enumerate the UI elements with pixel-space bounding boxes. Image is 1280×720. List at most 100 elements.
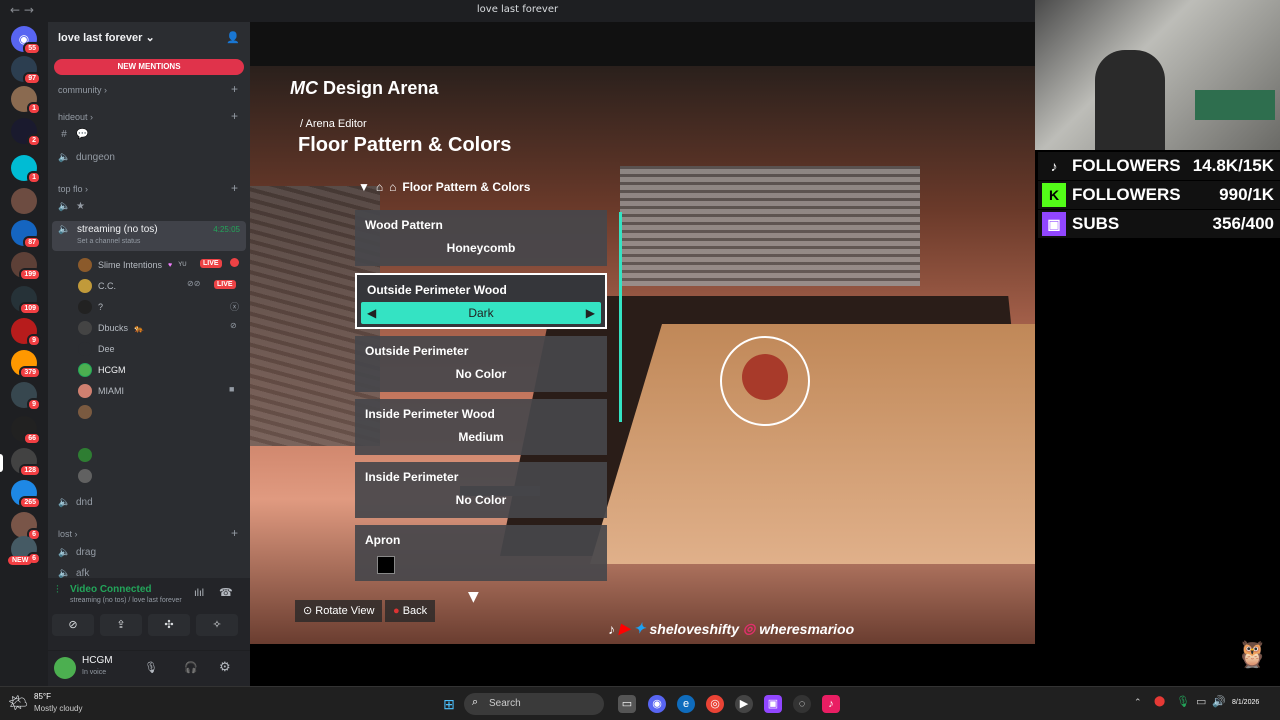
menu-row-wood-pattern[interactable]: Wood Pattern Honeycomb: [355, 210, 607, 266]
text-channel[interactable]: # 💬: [58, 129, 88, 140]
camera-icon: ■: [229, 384, 235, 394]
soundboard-button[interactable]: ✧: [196, 614, 238, 636]
server-icon[interactable]: 97: [11, 56, 41, 85]
speaker-icon: 🔈: [58, 201, 71, 212]
scroll-down-arrow-icon[interactable]: ▼: [468, 589, 479, 605]
avatar[interactable]: [54, 657, 76, 679]
weather-icon[interactable]: 🌤: [8, 693, 28, 713]
set-channel-status[interactable]: Set a channel status: [77, 238, 140, 245]
share-screen-button[interactable]: ⇪: [100, 614, 142, 636]
voice-channel-drag[interactable]: 🔈 drag: [58, 547, 96, 558]
menu-row-apron[interactable]: Apron: [355, 525, 607, 581]
server-icon[interactable]: 109: [11, 286, 41, 315]
activities-button[interactable]: ✣: [148, 614, 190, 636]
clock-date[interactable]: 8/1/2026: [1232, 699, 1259, 706]
server-icon[interactable]: 379: [11, 350, 41, 379]
voice-user[interactable]: Dee: [78, 342, 115, 356]
taskbar-search[interactable]: ⌕ Search: [464, 693, 604, 715]
pool-table: [1195, 90, 1275, 120]
rotate-view-hint[interactable]: ⊙ Rotate View: [295, 600, 383, 622]
headphones-icon[interactable]: 🎧: [184, 661, 198, 674]
voice-user[interactable]: [78, 448, 92, 462]
edge-icon[interactable]: e: [677, 695, 695, 713]
volume-icon[interactable]: 🔊: [1212, 695, 1226, 708]
server-icon[interactable]: 87: [11, 220, 41, 249]
category-top-flo[interactable]: top flo ›: [58, 184, 88, 194]
category-hideout[interactable]: hideout ›: [58, 112, 93, 122]
tiktok-live-icon[interactable]: ♪: [822, 695, 840, 713]
add-channel-icon[interactable]: +: [231, 526, 238, 540]
windows-start-icon[interactable]: ⊞: [440, 695, 458, 713]
server-name-header[interactable]: love last forever ⌄: [58, 31, 155, 44]
voice-connection-panel: ⫶ Video Connected streaming (no tos) / l…: [48, 578, 250, 650]
voice-user[interactable]: Dbucks 🐅: [78, 321, 144, 335]
star-icon: ★: [76, 201, 85, 212]
voice-user[interactable]: ?: [78, 300, 103, 314]
new-unreads-pill[interactable]: NEW: [8, 556, 33, 565]
server-icon[interactable]: 1: [11, 155, 41, 184]
menu-row-outside-perimeter-wood[interactable]: Outside Perimeter Wood ◀ Dark ▶: [355, 273, 607, 329]
value-selector[interactable]: ◀ Dark ▶: [361, 302, 601, 324]
invite-user-icon[interactable]: 👤: [226, 31, 240, 44]
camera-toggle-button[interactable]: ⊘: [52, 614, 94, 636]
server-icon[interactable]: 2: [11, 118, 41, 147]
back-hint[interactable]: ● Back: [385, 600, 436, 622]
youtube-icon: ▶: [619, 620, 630, 636]
tray-app-icon[interactable]: ⬤: [1154, 696, 1165, 707]
gear-icon[interactable]: ⚙: [219, 659, 231, 675]
voice-channel-streaming[interactable]: 🔈 streaming (no tos) 4:25:05 Set a chann…: [52, 221, 246, 251]
stream-view[interactable]: MC Design Arena / Arena Editor Floor Pat…: [250, 22, 1035, 644]
menu-row-inside-perimeter-wood[interactable]: Inside Perimeter Wood Medium: [355, 399, 607, 455]
chevron-up-icon[interactable]: ⌃: [1134, 697, 1142, 708]
server-icon[interactable]: [11, 188, 37, 214]
discord-icon[interactable]: ◉: [648, 695, 666, 713]
category-lost[interactable]: lost ›: [58, 529, 78, 539]
arena-stands: [620, 166, 920, 286]
tiktok-icon: ♪: [1050, 158, 1058, 174]
lock-icon: ⌂: [375, 180, 384, 194]
speech-bubble-icon: 💬: [76, 129, 89, 140]
category-community[interactable]: community ›: [58, 85, 107, 95]
server-icon[interactable]: 9: [11, 318, 41, 347]
instagram-icon: ◎: [743, 620, 756, 636]
voice-user[interactable]: [78, 405, 92, 419]
left-arrow-icon[interactable]: ◀: [367, 302, 376, 324]
right-arrow-icon[interactable]: ▶: [586, 302, 595, 324]
server-icon[interactable]: 66: [11, 416, 41, 445]
server-icon[interactable]: 9: [11, 382, 41, 411]
scrollbar[interactable]: [619, 212, 622, 422]
mic-icon[interactable]: 🎙: [144, 661, 158, 674]
voice-channel-star[interactable]: 🔈 ★: [58, 201, 85, 212]
new-mentions-banner[interactable]: NEW MENTIONS: [54, 59, 244, 75]
voice-user[interactable]: [78, 469, 92, 483]
voice-user[interactable]: Slime Intentions ♥ YU: [78, 258, 187, 272]
menu-row-inside-perimeter[interactable]: Inside Perimeter No Color: [355, 462, 607, 518]
discord-home-icon[interactable]: ◉ 55: [11, 26, 41, 55]
task-view-icon[interactable]: ▭: [618, 695, 636, 713]
voice-user[interactable]: C.C.: [78, 279, 116, 293]
server-icon[interactable]: 1: [11, 86, 41, 115]
noise-suppression-icon[interactable]: ılıl: [194, 588, 204, 599]
voice-user[interactable]: HCGM: [78, 363, 126, 377]
twitch-app-icon[interactable]: ▣: [764, 695, 782, 713]
disconnect-icon[interactable]: ☎: [219, 586, 233, 599]
add-channel-icon[interactable]: +: [231, 109, 238, 123]
menu-row-outside-perimeter[interactable]: Outside Perimeter No Color: [355, 336, 607, 392]
right-stick-icon: ⊙: [303, 605, 313, 617]
server-icon[interactable]: 128: [11, 448, 41, 477]
add-channel-icon[interactable]: +: [231, 82, 238, 96]
voice-channel-dnd[interactable]: 🔈 dnd: [58, 497, 93, 508]
add-channel-icon[interactable]: +: [231, 181, 238, 195]
voice-location[interactable]: streaming (no tos) / love last forever: [70, 597, 182, 604]
server-icon[interactable]: 199: [11, 252, 41, 281]
display-icon[interactable]: ▭: [1196, 695, 1206, 708]
voice-channel-dungeon[interactable]: 🔈 dungeon: [58, 152, 115, 163]
obs-icon[interactable]: ◌: [793, 695, 811, 713]
server-icon[interactable]: 6: [11, 512, 41, 541]
mic-tray-icon[interactable]: 🎙: [1176, 695, 1190, 708]
color-swatch[interactable]: [377, 556, 395, 574]
server-icon[interactable]: 265: [11, 480, 41, 509]
voice-user[interactable]: MIAMI: [78, 384, 124, 398]
chrome-icon[interactable]: ◎: [706, 695, 724, 713]
media-player-icon[interactable]: ▶: [735, 695, 753, 713]
